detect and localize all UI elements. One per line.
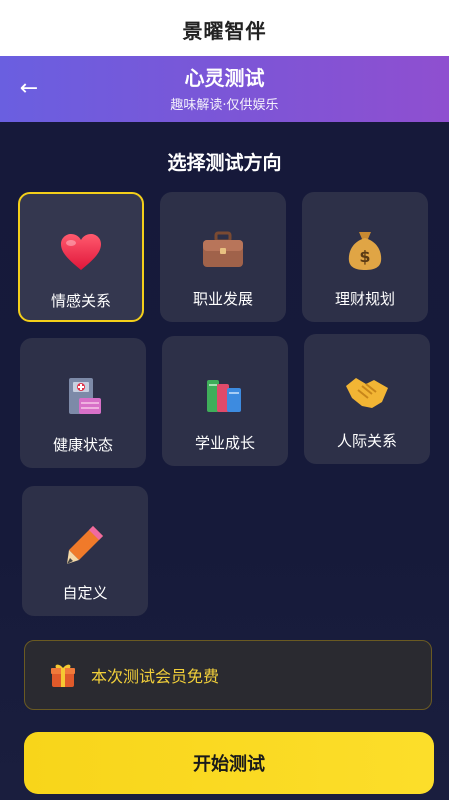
- category-card-study[interactable]: 学业成长: [162, 336, 288, 466]
- main-content: 选择测试方向 情感关系 职业发展 $ 理财规划 健康状态 学业成长 人际关系 自…: [0, 122, 449, 800]
- svg-text:$: $: [359, 247, 370, 266]
- category-label: 理财规划: [334, 290, 395, 308]
- category-label: 健康状态: [52, 436, 113, 454]
- category-card-health[interactable]: 健康状态: [20, 338, 146, 468]
- category-label: 人际关系: [336, 432, 397, 450]
- section-title: 选择测试方向: [167, 152, 282, 174]
- membership-banner: 本次测试会员免费: [24, 640, 432, 710]
- category-label: 学业成长: [194, 434, 255, 452]
- hospital-icon: [59, 372, 107, 420]
- briefcase-icon: [199, 226, 247, 274]
- banner-text: 本次测试会员免费: [91, 667, 220, 686]
- category-card-social[interactable]: 人际关系: [304, 334, 430, 464]
- category-card-custom[interactable]: 自定义: [22, 486, 148, 616]
- category-label: 情感关系: [50, 292, 111, 310]
- handshake-icon: [343, 368, 391, 416]
- page-title: 心灵测试: [184, 66, 265, 90]
- books-icon: [201, 370, 249, 418]
- money-bag-icon: $: [341, 226, 389, 274]
- category-card-emotion[interactable]: 情感关系: [18, 192, 144, 322]
- start-test-button[interactable]: 开始测试: [24, 732, 434, 794]
- page-subtitle: 趣味解读·仅供娱乐: [170, 98, 279, 113]
- category-card-career[interactable]: 职业发展: [160, 192, 286, 322]
- header: ← 心灵测试 趣味解读·仅供娱乐: [0, 56, 449, 122]
- gift-icon: [49, 661, 77, 689]
- pencil-icon: [61, 520, 109, 568]
- app-title: 景曜智伴: [0, 0, 449, 58]
- category-label: 职业发展: [192, 290, 253, 308]
- heart-icon: [57, 228, 105, 276]
- category-card-finance[interactable]: $ 理财规划: [302, 192, 428, 322]
- category-label: 自定义: [62, 584, 108, 602]
